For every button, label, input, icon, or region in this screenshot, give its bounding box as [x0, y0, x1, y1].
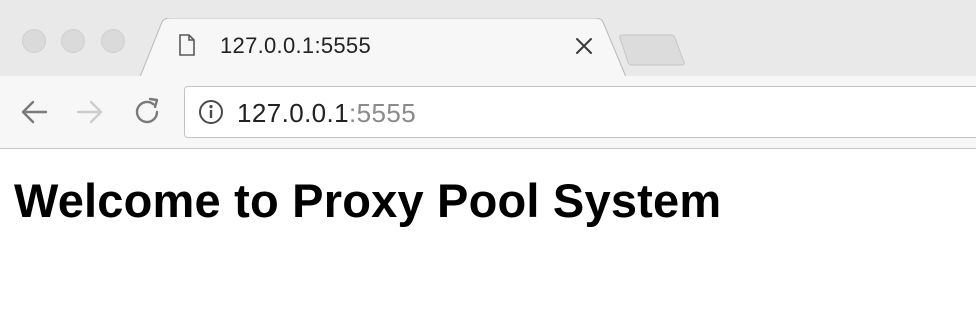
browser-toolbar: 127.0.0.1:5555: [0, 76, 976, 149]
window-minimize-button[interactable]: [61, 29, 85, 53]
arrow-left-icon[interactable]: [18, 96, 50, 128]
browser-window: 127.0.0.1:5555 127.0.0.1:5555 Welcome to…: [0, 0, 976, 332]
address-bar[interactable]: 127.0.0.1:5555: [184, 86, 976, 138]
reload-icon[interactable]: [131, 96, 163, 128]
window-close-button[interactable]: [22, 29, 46, 53]
page-heading: Welcome to Proxy Pool System: [14, 174, 722, 227]
tab-title: 127.0.0.1:5555: [220, 33, 372, 58]
url-text[interactable]: 127.0.0.1:5555: [237, 98, 416, 129]
url-host: 127.0.0.1: [237, 98, 350, 128]
url-port: :5555: [349, 98, 417, 128]
arrow-right-icon[interactable]: [74, 96, 106, 128]
new-tab-button[interactable]: [618, 34, 688, 68]
tab-active[interactable]: 127.0.0.1:5555: [140, 18, 630, 77]
window-zoom-button[interactable]: [101, 29, 125, 53]
document-icon: [179, 34, 195, 56]
tab-shape: [140, 18, 627, 77]
tab-strip: 127.0.0.1:5555: [0, 0, 976, 77]
info-icon[interactable]: [198, 99, 224, 125]
page-content: Welcome to Proxy Pool System: [0, 149, 976, 332]
close-icon[interactable]: [574, 36, 594, 56]
